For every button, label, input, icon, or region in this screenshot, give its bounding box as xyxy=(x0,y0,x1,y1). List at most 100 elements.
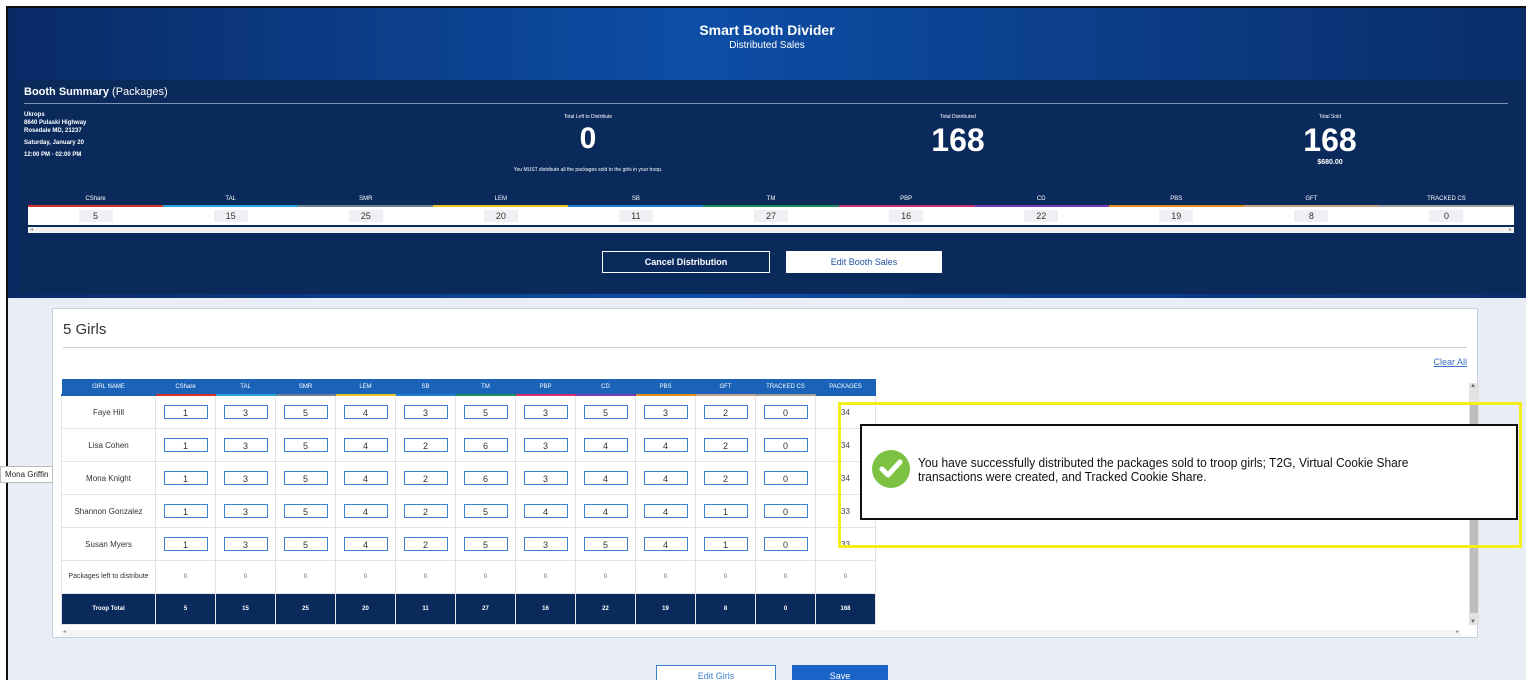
quantity-input[interactable]: 5 xyxy=(283,537,328,551)
table-row: Shannon Gonzalez 1 3 5 4 2 5 4 4 4 1 0 33 xyxy=(61,494,876,528)
quantity-input[interactable]: 6 xyxy=(463,471,508,485)
quantity-input[interactable]: 1 xyxy=(163,438,208,452)
quantity-cell: 0 xyxy=(755,527,816,561)
quantity-input[interactable]: 3 xyxy=(643,405,688,419)
quantity-cell: 5 xyxy=(575,527,636,561)
scroll-right-icon[interactable]: ▸ xyxy=(1509,226,1512,233)
clear-all-link[interactable]: Clear All xyxy=(1433,357,1467,367)
quantity-input[interactable]: 5 xyxy=(463,537,508,551)
total-distributed-stat: Total Distributed 168 xyxy=(888,114,1028,159)
name-tooltip: Mona Griffin xyxy=(0,466,54,483)
quantity-input[interactable]: 3 xyxy=(223,504,268,518)
girls-distribution-table: GIRL NAME CShare TAL SMR LEM SB TM PBP CD PBS GFT T… xyxy=(61,379,876,625)
quantity-input[interactable]: 4 xyxy=(583,471,628,485)
quantity-input[interactable]: 3 xyxy=(523,537,568,551)
quantity-input[interactable]: 1 xyxy=(703,537,748,551)
quantity-input[interactable]: 5 xyxy=(583,537,628,551)
quantity-input[interactable]: 0 xyxy=(763,471,808,485)
quantity-input[interactable]: 3 xyxy=(523,405,568,419)
quantity-input[interactable]: 1 xyxy=(163,471,208,485)
quantity-input[interactable]: 5 xyxy=(583,405,628,419)
quantity-input[interactable]: 4 xyxy=(343,471,388,485)
table-row: Susan Myers 1 3 5 4 2 5 3 5 4 1 0 33 xyxy=(61,527,876,561)
quantity-cell: 4 xyxy=(335,428,396,462)
quantity-input[interactable]: 4 xyxy=(343,537,388,551)
column-header-sb: SB xyxy=(395,379,456,396)
quantity-input[interactable]: 0 xyxy=(763,504,808,518)
quantity-input[interactable]: 4 xyxy=(583,438,628,452)
quantity-input[interactable]: 2 xyxy=(703,405,748,419)
quantity-input[interactable]: 2 xyxy=(703,471,748,485)
quantity-cell: 4 xyxy=(515,494,576,528)
quantity-input[interactable]: 3 xyxy=(223,471,268,485)
quantity-input[interactable]: 5 xyxy=(463,405,508,419)
quantity-input[interactable]: 3 xyxy=(223,537,268,551)
quantity-input[interactable]: 4 xyxy=(643,537,688,551)
quantity-input[interactable]: 3 xyxy=(523,471,568,485)
scroll-up-icon[interactable]: ▲ xyxy=(1470,383,1476,389)
quantity-input[interactable]: 2 xyxy=(403,471,448,485)
distribute-note: You MUST distribute all the packages sol… xyxy=(513,167,663,173)
total-distributed-value: 168 xyxy=(931,122,985,158)
troop-total-value: 25 xyxy=(275,593,336,625)
edit-booth-sales-button[interactable]: Edit Booth Sales xyxy=(786,251,942,273)
scroll-right-icon[interactable]: ▸ xyxy=(1456,628,1459,635)
troop-total-value: 11 xyxy=(395,593,456,625)
table-row-packages-left: Packages left to distribute 0 0 0 0 0 0 0 0 0 0 0 0 xyxy=(61,560,876,594)
booth-date: Saturday, January 20 xyxy=(24,140,84,146)
quantity-cell: 0 xyxy=(755,428,816,462)
save-button[interactable]: Save xyxy=(792,665,888,680)
column-header-girl-name: GIRL NAME xyxy=(61,379,156,396)
total-sold-amount: $680.00 xyxy=(1317,159,1343,166)
edit-girls-button[interactable]: Edit Girls xyxy=(656,665,776,680)
quantity-cell: 6 xyxy=(455,461,516,495)
quantity-input[interactable]: 3 xyxy=(223,405,268,419)
troop-total-value: 0 xyxy=(755,593,816,625)
quantity-input[interactable]: 0 xyxy=(763,438,808,452)
quantity-input[interactable]: 2 xyxy=(403,504,448,518)
quantity-input[interactable]: 4 xyxy=(343,438,388,452)
quantity-input[interactable]: 5 xyxy=(283,471,328,485)
variety-header-cd: CD xyxy=(973,193,1109,207)
scroll-down-icon[interactable]: ▼ xyxy=(1470,619,1476,625)
quantity-input[interactable]: 4 xyxy=(523,504,568,518)
quantity-cell: 3 xyxy=(515,394,576,429)
table-horizontal-scrollbar[interactable]: ◂ ▸ xyxy=(61,628,1461,636)
quantity-cell: 4 xyxy=(635,428,696,462)
quantity-input[interactable]: 2 xyxy=(403,537,448,551)
scroll-left-icon[interactable]: ◂ xyxy=(30,226,33,233)
quantity-input[interactable]: 4 xyxy=(643,504,688,518)
quantity-input[interactable]: 6 xyxy=(463,438,508,452)
scroll-left-icon[interactable]: ◂ xyxy=(63,628,66,635)
quantity-input[interactable]: 5 xyxy=(283,504,328,518)
quantity-input[interactable]: 2 xyxy=(403,438,448,452)
column-header-tal: TAL xyxy=(215,379,276,396)
quantity-input[interactable]: 2 xyxy=(703,438,748,452)
quantity-input[interactable]: 4 xyxy=(643,471,688,485)
variety-total-value: 27 xyxy=(754,210,789,222)
quantity-cell: 2 xyxy=(695,394,756,429)
quantity-input[interactable]: 1 xyxy=(163,537,208,551)
quantity-input[interactable]: 5 xyxy=(283,438,328,452)
quantity-input[interactable]: 4 xyxy=(343,504,388,518)
total-left-value: 0 xyxy=(579,122,597,155)
summary-scrollbar[interactable]: ◂ ▸ xyxy=(28,227,1514,233)
quantity-input[interactable]: 5 xyxy=(463,504,508,518)
quantity-input[interactable]: 0 xyxy=(763,405,808,419)
quantity-input[interactable]: 4 xyxy=(583,504,628,518)
quantity-input[interactable]: 1 xyxy=(163,504,208,518)
quantity-input[interactable]: 0 xyxy=(763,537,808,551)
troop-total-label: Troop Total xyxy=(61,593,156,625)
girl-name: Lisa Cohen xyxy=(61,428,156,462)
quantity-cell: 4 xyxy=(335,494,396,528)
quantity-input[interactable]: 5 xyxy=(283,405,328,419)
quantity-input[interactable]: 4 xyxy=(343,405,388,419)
quantity-input[interactable]: 3 xyxy=(223,438,268,452)
quantity-cell: 2 xyxy=(695,428,756,462)
cancel-distribution-button[interactable]: Cancel Distribution xyxy=(602,251,770,273)
quantity-input[interactable]: 1 xyxy=(163,405,208,419)
quantity-input[interactable]: 1 xyxy=(703,504,748,518)
quantity-input[interactable]: 3 xyxy=(523,438,568,452)
quantity-input[interactable]: 4 xyxy=(643,438,688,452)
quantity-input[interactable]: 3 xyxy=(403,405,448,419)
